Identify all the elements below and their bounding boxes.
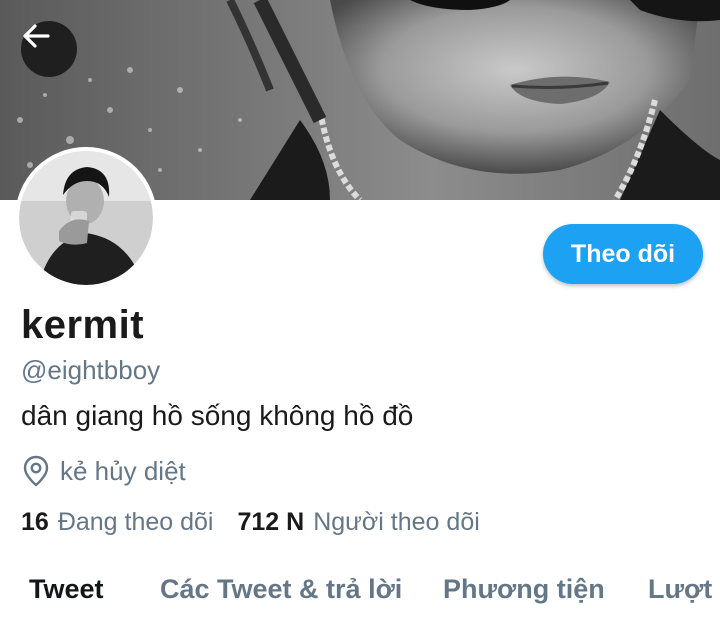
back-button[interactable] (21, 21, 77, 77)
arrow-left-icon (23, 24, 50, 48)
display-name: kermit (21, 303, 145, 347)
followers-count: 712 N (237, 508, 305, 536)
follow-stats: 16 Đang theo dõi 712 N Người theo dõi (21, 508, 504, 537)
tab-likes[interactable]: Lượt thích (648, 574, 720, 605)
tab-tweets-and-replies[interactable]: Các Tweet & trả lời (160, 574, 402, 605)
avatar-photo (19, 151, 153, 285)
user-handle: @eightbboy (21, 355, 161, 385)
tab-media[interactable]: Phương tiện (443, 574, 605, 605)
followers-stat[interactable]: 712 N Người theo dõi (238, 508, 480, 537)
profile-tabs: Tweet Các Tweet & trả lời Phương tiện Lư… (0, 560, 720, 628)
tab-tweets[interactable]: Tweet (29, 574, 104, 605)
following-label: Đang theo dõi (57, 508, 214, 536)
following-stat[interactable]: 16 Đang theo dõi (21, 508, 214, 537)
profile-bio: dân giang hồ sống không hồ đồ (21, 400, 414, 431)
followers-label: Người theo dõi (313, 508, 480, 536)
profile-page: Theo dõi kermit @eightbboy dân giang hồ … (0, 0, 720, 628)
profile-location: kẻ hủy diệt (22, 455, 186, 487)
following-count: 16 (21, 508, 49, 536)
follow-button[interactable]: Theo dõi (543, 224, 703, 284)
location-text: kẻ hủy diệt (60, 455, 186, 486)
location-pin-icon (22, 455, 50, 487)
avatar[interactable] (15, 147, 157, 289)
